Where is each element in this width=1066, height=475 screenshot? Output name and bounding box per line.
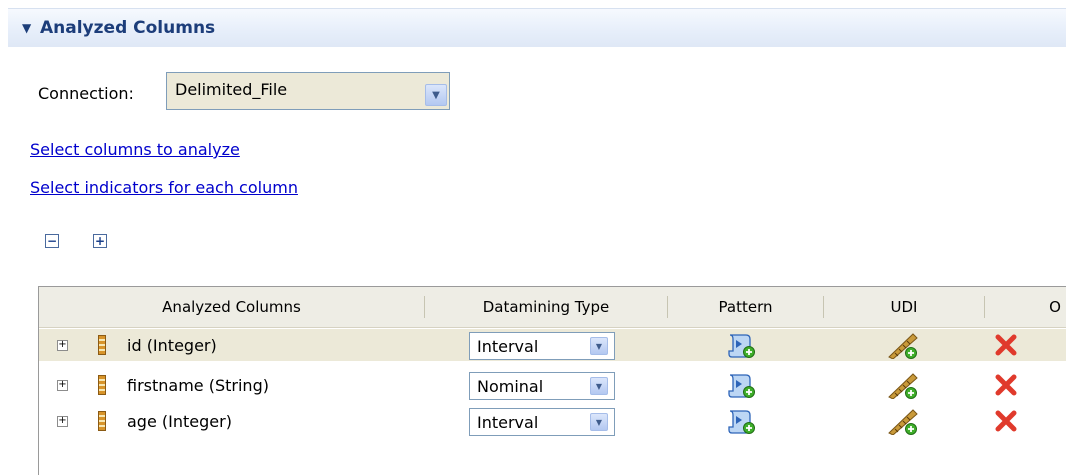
header-pattern[interactable]: Pattern xyxy=(668,287,823,327)
column-name: id (Integer) xyxy=(127,336,217,355)
add-pattern-icon[interactable] xyxy=(727,331,757,359)
delete-icon[interactable] xyxy=(994,409,1018,433)
column-name: age (Integer) xyxy=(127,412,232,431)
column-icon xyxy=(98,375,106,395)
add-udi-icon[interactable] xyxy=(887,331,921,359)
add-pattern-icon[interactable] xyxy=(727,407,757,435)
header-operation[interactable]: O xyxy=(985,287,1066,327)
header-udi[interactable]: UDI xyxy=(824,287,984,327)
chevron-down-icon[interactable]: ▼ xyxy=(590,337,608,355)
section-title: Analyzed Columns xyxy=(40,18,216,38)
connection-select[interactable]: Delimited_File ▼ xyxy=(166,72,450,110)
datamining-type-value: Interval xyxy=(477,413,539,432)
chevron-down-icon[interactable]: ▼ xyxy=(590,413,608,431)
datamining-type-value: Nominal xyxy=(477,377,544,396)
header-analyzed-columns[interactable]: Analyzed Columns xyxy=(39,287,424,327)
section-header[interactable]: ▼ Analyzed Columns xyxy=(8,8,1066,47)
table-row[interactable]: + firstname (String) Nominal ▼ xyxy=(39,369,1066,401)
datamining-type-select[interactable]: Interval ▼ xyxy=(469,408,615,436)
add-pattern-icon[interactable] xyxy=(727,371,757,399)
delete-icon[interactable] xyxy=(994,373,1018,397)
analyzed-columns-table: Analyzed Columns Datamining Type Pattern… xyxy=(38,286,1066,475)
connection-label: Connection: xyxy=(38,84,134,103)
collapse-triangle-icon[interactable]: ▼ xyxy=(22,21,34,35)
datamining-type-select[interactable]: Interval ▼ xyxy=(469,332,615,360)
select-indicators-link[interactable]: Select indicators for each column xyxy=(30,178,298,197)
expand-all-icon[interactable]: + xyxy=(93,234,107,248)
delete-icon[interactable] xyxy=(994,333,1018,357)
datamining-type-value: Interval xyxy=(477,337,539,356)
chevron-down-icon[interactable]: ▼ xyxy=(590,377,608,395)
datamining-type-select[interactable]: Nominal ▼ xyxy=(469,372,615,400)
select-columns-link[interactable]: Select columns to analyze xyxy=(30,140,240,159)
chevron-down-icon[interactable]: ▼ xyxy=(425,84,447,106)
connection-select-value: Delimited_File xyxy=(175,80,288,99)
header-datamining-type[interactable]: Datamining Type xyxy=(425,287,667,327)
table-row[interactable]: + id (Integer) Interval ▼ xyxy=(39,329,1066,361)
table-header: Analyzed Columns Datamining Type Pattern… xyxy=(39,287,1066,328)
column-icon xyxy=(98,335,106,355)
column-name: firstname (String) xyxy=(127,376,269,395)
expand-row-icon[interactable]: + xyxy=(57,340,68,351)
add-udi-icon[interactable] xyxy=(887,407,921,435)
column-icon xyxy=(98,411,106,431)
expand-row-icon[interactable]: + xyxy=(57,380,68,391)
collapse-all-icon[interactable]: − xyxy=(45,234,59,248)
add-udi-icon[interactable] xyxy=(887,371,921,399)
table-row[interactable]: + age (Integer) Interval ▼ xyxy=(39,405,1066,437)
expand-row-icon[interactable]: + xyxy=(57,416,68,427)
